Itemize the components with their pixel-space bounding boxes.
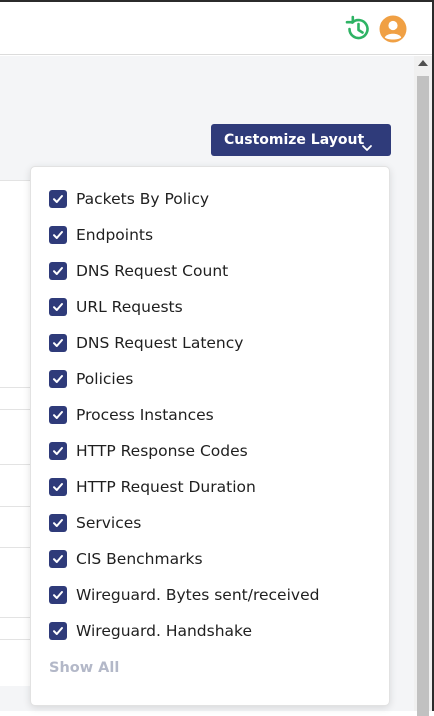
layout-option-label: HTTP Response Codes bbox=[76, 442, 248, 460]
layout-option-dns-request-latency[interactable]: DNS Request Latency bbox=[49, 331, 379, 355]
layout-option-http-response-codes[interactable]: HTTP Response Codes bbox=[49, 439, 379, 463]
checkbox-checked[interactable] bbox=[49, 586, 67, 604]
layout-option-label: DNS Request Latency bbox=[76, 334, 244, 352]
checkbox-checked[interactable] bbox=[49, 550, 67, 568]
checkbox-checked[interactable] bbox=[49, 262, 67, 280]
layout-option-label: CIS Benchmarks bbox=[76, 550, 203, 568]
top-header bbox=[0, 2, 432, 55]
checkbox-checked[interactable] bbox=[49, 478, 67, 496]
layout-option-endpoints[interactable]: Endpoints bbox=[49, 223, 379, 247]
checkbox-checked[interactable] bbox=[49, 298, 67, 316]
checkbox-checked[interactable] bbox=[49, 622, 67, 640]
layout-option-wireguard-handshake[interactable]: Wireguard. Handshake bbox=[49, 619, 379, 643]
layout-option-label: Packets By Policy bbox=[76, 190, 210, 208]
layout-option-label: Services bbox=[76, 514, 142, 532]
customize-layout-button[interactable]: Customize Layout bbox=[211, 124, 391, 156]
layout-option-label: Endpoints bbox=[76, 226, 154, 244]
layout-option-url-requests[interactable]: URL Requests bbox=[49, 295, 379, 319]
scroll-up-arrow-icon[interactable] bbox=[418, 60, 428, 66]
layout-option-http-request-duration[interactable]: HTTP Request Duration bbox=[49, 475, 379, 499]
customize-layout-dropdown: Packets By Policy Endpoints DNS Request … bbox=[30, 166, 390, 706]
layout-option-label: DNS Request Count bbox=[76, 262, 229, 280]
layout-option-label: URL Requests bbox=[76, 298, 183, 316]
layout-option-policies[interactable]: Policies bbox=[49, 367, 379, 391]
layout-option-cis-benchmarks[interactable]: CIS Benchmarks bbox=[49, 547, 379, 571]
layout-option-packets-by-policy[interactable]: Packets By Policy bbox=[49, 187, 379, 211]
checkbox-checked[interactable] bbox=[49, 442, 67, 460]
layout-option-wireguard-bytes[interactable]: Wireguard. Bytes sent/received bbox=[49, 583, 379, 607]
show-all-link[interactable]: Show All bbox=[49, 660, 119, 676]
layout-option-label: Process Instances bbox=[76, 406, 214, 424]
checkbox-checked[interactable] bbox=[49, 406, 67, 424]
checkbox-checked[interactable] bbox=[49, 226, 67, 244]
customize-layout-label: Customize Layout bbox=[224, 132, 365, 148]
layout-option-label: Wireguard. Handshake bbox=[76, 622, 252, 640]
layout-option-dns-request-count[interactable]: DNS Request Count bbox=[49, 259, 379, 283]
layout-option-label: HTTP Request Duration bbox=[76, 478, 256, 496]
checkbox-checked[interactable] bbox=[49, 370, 67, 388]
layout-option-services[interactable]: Services bbox=[49, 511, 379, 535]
history-icon[interactable] bbox=[343, 14, 373, 44]
layout-option-label: Policies bbox=[76, 370, 134, 388]
user-avatar-icon[interactable] bbox=[379, 15, 407, 43]
checkbox-checked[interactable] bbox=[49, 514, 67, 532]
layout-option-process-instances[interactable]: Process Instances bbox=[49, 403, 379, 427]
scrollbar-thumb[interactable] bbox=[417, 76, 429, 716]
chevron-down-icon bbox=[361, 134, 373, 151]
checkbox-checked[interactable] bbox=[49, 334, 67, 352]
layout-option-label: Wireguard. Bytes sent/received bbox=[76, 586, 320, 604]
checkbox-checked[interactable] bbox=[49, 190, 67, 208]
